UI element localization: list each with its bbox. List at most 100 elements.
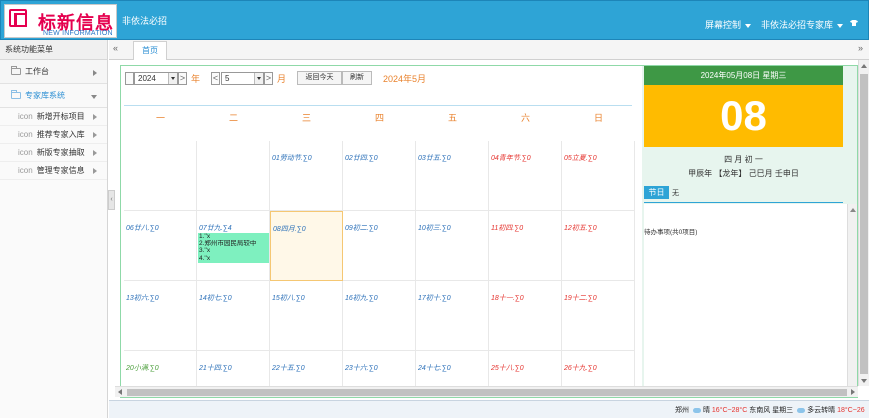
- sidebar: 系统功能菜单 工作台 专家库系统 icon 新增开标项目 icon 推荐专家入库 i…: [0, 40, 108, 418]
- day-label: 01劳动节.∑0: [272, 155, 312, 162]
- expert-library-menu[interactable]: 非依法必招专家库: [761, 18, 844, 31]
- event-item[interactable]: 4.''x: [199, 255, 269, 262]
- month-unit: 月: [277, 74, 287, 84]
- weather-wind: 东南风: [749, 407, 771, 414]
- chevron-right-icon: [93, 132, 97, 138]
- calendar-day-cell[interactable]: 15初八.∑0: [270, 281, 343, 351]
- chevron-right-icon: [93, 70, 97, 76]
- scroll-up-icon[interactable]: [861, 64, 867, 68]
- logo: 标新信息 NEW INFORMATION: [4, 4, 117, 38]
- screen-control-menu[interactable]: 屏幕控制: [705, 18, 752, 31]
- day-label: 25十八.∑0: [491, 365, 524, 372]
- calendar-day-cell[interactable]: 03廿五.∑0: [416, 141, 489, 211]
- main-vertical-scrollbar[interactable]: [858, 60, 869, 386]
- todo-panel: 待办事项(共0项目): [644, 204, 857, 397]
- calendar-frame: 2024 > 年 < 5 > 月 返回今天 刷新 2024年5月 一 二 三 四…: [120, 65, 858, 398]
- year-select[interactable]: 2024: [134, 72, 178, 85]
- calendar-day-cell[interactable]: 11初四.∑0: [489, 211, 562, 281]
- event-list[interactable]: 1.''x 2.郑州市园民局较中 3.''x 4.''x: [198, 233, 269, 263]
- current-month-title: 2024年5月: [383, 74, 427, 84]
- prev-month-button[interactable]: <: [211, 72, 220, 85]
- calendar-day-cell[interactable]: 09初二.∑0: [343, 211, 416, 281]
- month-select[interactable]: 5: [221, 72, 264, 85]
- day-label: 11初四.∑0: [491, 225, 524, 232]
- selected-day-number: 08: [644, 85, 843, 147]
- weekday-wed: 三: [301, 113, 311, 123]
- sidebar-item-label: 推荐专家入库: [36, 130, 85, 139]
- calendar-day-cell[interactable]: 19十二.∑0: [562, 281, 635, 351]
- calendar-day-cell[interactable]: 12初五.∑0: [562, 211, 635, 281]
- calendar-day-cell[interactable]: 16初九.∑0: [343, 281, 416, 351]
- day-label: 18十一.∑0: [491, 295, 524, 302]
- day-label: 14初七.∑0: [199, 295, 232, 302]
- year-select-value: 2024: [138, 74, 156, 83]
- scroll-down-icon[interactable]: [861, 379, 867, 383]
- tab-scroll-left-icon[interactable]: «: [113, 43, 118, 53]
- calendar-day-cell[interactable]: 02廿四.∑0: [343, 141, 416, 211]
- skin-shirt-icon[interactable]: [850, 20, 858, 26]
- sidebar-group-expert-system[interactable]: 专家库系统: [0, 84, 107, 108]
- calendar-day-cell-today[interactable]: 08四月.∑0: [270, 211, 343, 281]
- back-to-today-button[interactable]: 返回今天: [297, 71, 342, 85]
- refresh-button[interactable]: 刷新: [342, 71, 372, 85]
- calendar-day-cell[interactable]: 06廿八.∑0: [124, 211, 197, 281]
- logo-subtitle: NEW INFORMATION: [43, 30, 113, 37]
- day-label: 17初十.∑0: [418, 295, 451, 302]
- scroll-right-icon[interactable]: [851, 389, 855, 395]
- sidebar-item-new-project[interactable]: icon 新增开标项目: [0, 108, 107, 126]
- sidebar-item-label: 管理专家信息: [36, 166, 85, 175]
- vertical-scroll-thumb[interactable]: [860, 74, 868, 374]
- event-item[interactable]: 3.''x: [199, 247, 269, 254]
- calendar-day-cell[interactable]: [124, 141, 197, 211]
- main-horizontal-scrollbar[interactable]: [115, 386, 858, 397]
- day-label: 13初六.∑0: [126, 295, 159, 302]
- sidebar-item-label: 新增开标项目: [36, 112, 85, 121]
- calendar-day-cell[interactable]: 01劳动节.∑0: [270, 141, 343, 211]
- caret-down-icon: [745, 23, 752, 28]
- day-label: 12初五.∑0: [564, 225, 597, 232]
- weekday-mon: 一: [155, 113, 165, 123]
- tab-home[interactable]: 首页: [133, 41, 167, 60]
- day-label: 16初九.∑0: [345, 295, 378, 302]
- calendar-day-cell[interactable]: 05立夏.∑0: [562, 141, 635, 211]
- menu-icon-placeholder: icon: [18, 130, 33, 139]
- day-label: 02廿四.∑0: [345, 155, 378, 162]
- event-item[interactable]: 2.郑州市园民局较中: [199, 240, 269, 247]
- weather-widget: 郑州 晴 16°C~28°C 东南风 星期三 多云转晴 18°C~26: [675, 405, 869, 415]
- dropdown-arrow-icon: [168, 73, 177, 84]
- day-label: 21十四.∑0: [199, 365, 232, 372]
- weekday-tue: 二: [228, 113, 238, 123]
- calendar-toolbar: 2024 > 年 < 5 > 月 返回今天 刷新 2024年5月: [121, 66, 639, 96]
- folder-icon: [11, 66, 21, 75]
- day-label: 20小满.∑0: [126, 365, 159, 372]
- day-label: 07廿九.∑4: [199, 225, 232, 232]
- sidebar-group-workbench[interactable]: 工作台: [0, 60, 107, 84]
- todo-scrollbar[interactable]: [847, 204, 857, 397]
- event-item[interactable]: 1.''x: [199, 233, 269, 240]
- tab-scroll-right-icon[interactable]: »: [858, 43, 863, 53]
- lunar-date: 四 月 初 一: [724, 155, 763, 164]
- weather-tomorrow: 多云转晴: [807, 407, 836, 414]
- sidebar-collapse-handle[interactable]: ‹: [108, 190, 115, 210]
- day-label: 24十七.∑0: [418, 365, 451, 372]
- next-month-button[interactable]: >: [264, 72, 273, 85]
- scroll-left-icon[interactable]: [118, 389, 122, 395]
- sidebar-item-manage-expert[interactable]: icon 管理专家信息: [0, 162, 107, 180]
- calendar-day-cell[interactable]: 04青年节.∑0: [489, 141, 562, 211]
- day-label: 05立夏.∑0: [564, 155, 597, 162]
- calendar-day-cell[interactable]: 18十一.∑0: [489, 281, 562, 351]
- calendar-day-cell[interactable]: 14初七.∑0: [197, 281, 270, 351]
- calendar-day-cell[interactable]: 17初十.∑0: [416, 281, 489, 351]
- sidebar-item-extract-expert[interactable]: icon 新版专家抽取: [0, 144, 107, 162]
- caret-down-icon: [837, 23, 844, 28]
- calendar-day-cell[interactable]: 10初三.∑0: [416, 211, 489, 281]
- sidebar-item-recommend-expert[interactable]: icon 推荐专家入库: [0, 126, 107, 144]
- calendar-day-cell[interactable]: 07廿九.∑4 1.''x 2.郑州市园民局较中 3.''x 4.''x: [197, 211, 270, 281]
- calendar-day-cell[interactable]: 13初六.∑0: [124, 281, 197, 351]
- tab-bar: « 首页 »: [109, 40, 869, 60]
- day-label: 03廿五.∑0: [418, 155, 451, 162]
- prev-year-button[interactable]: [125, 72, 134, 85]
- next-year-button[interactable]: >: [178, 72, 187, 85]
- calendar-day-cell[interactable]: [197, 141, 270, 211]
- horizontal-scroll-thumb[interactable]: [127, 389, 847, 396]
